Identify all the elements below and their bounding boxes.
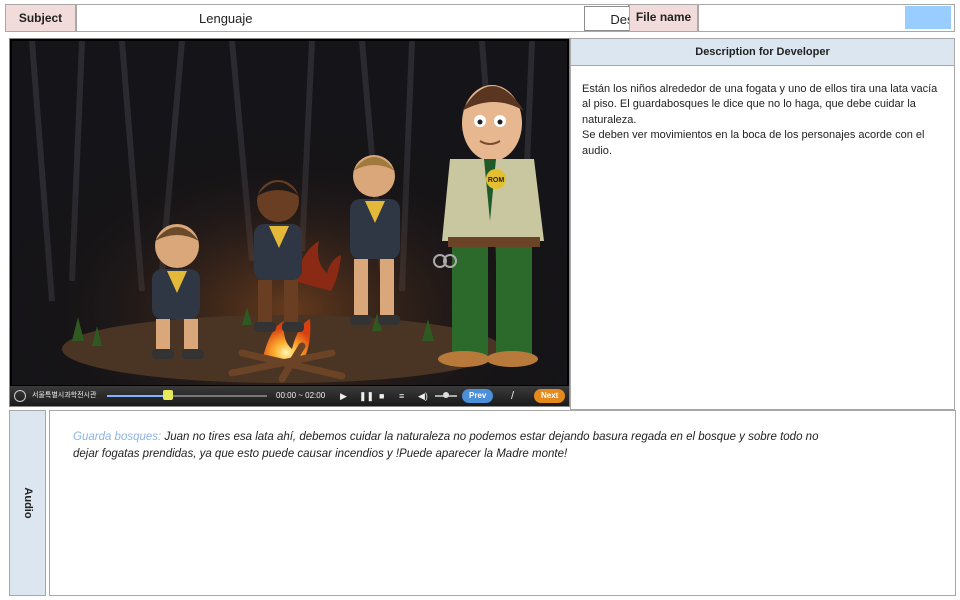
description-title: Description for Developer: [571, 39, 954, 66]
next-button[interactable]: Next: [534, 389, 566, 403]
description-body: Están los niños alrededor de una fogata …: [571, 66, 954, 159]
audio-label-cell: Audio: [9, 410, 46, 596]
description-paragraph: Están los niños alrededor de una fogata …: [582, 83, 938, 126]
player-controls: 서울특별시과학전시관 00:00 ~ 02:00 ▶ ❚❚ ■ ≡ ◀) Pre…: [10, 386, 569, 406]
volume-handle[interactable]: [443, 392, 449, 398]
campfire-scene-image: ROM: [12, 41, 567, 385]
speaker-name: Guarda bosques:: [73, 431, 162, 443]
seek-bar[interactable]: [107, 390, 267, 400]
subject-value: Lenguaje: [199, 11, 253, 26]
badge-text: ROM: [488, 177, 505, 184]
org-logo-icon: [14, 390, 26, 402]
volume-slider[interactable]: [435, 392, 457, 398]
description-panel: Description for Developer Están los niño…: [570, 38, 955, 410]
stop-icon[interactable]: ■: [379, 386, 384, 406]
audio-line: Juan no tires esa lata ahí, debemos cuid…: [73, 431, 819, 460]
volume-icon[interactable]: ◀): [418, 386, 428, 406]
seek-handle[interactable]: [162, 390, 173, 400]
header-bar: Subject Lenguaje Desarrollo File name: [5, 4, 955, 34]
page-separator: /: [511, 390, 515, 402]
time-display: 00:00 ~ 02:00: [276, 391, 326, 400]
play-icon[interactable]: ▶: [340, 386, 347, 406]
pause-icon[interactable]: ❚❚: [359, 386, 374, 406]
file-color-swatch: [905, 6, 951, 29]
seek-progress: [107, 395, 168, 397]
audio-script: Guarda bosques: Juan no tires esa lata a…: [49, 410, 956, 596]
prev-button[interactable]: Prev: [462, 389, 494, 403]
video-player[interactable]: ROM 서울특별시과학전시관 00:00 ~ 02:00 ▶ ❚❚ ■ ≡ ◀)…: [9, 38, 570, 407]
subject-value-cell: Lenguaje Desarrollo: [76, 4, 696, 32]
org-name: 서울특별시과학전시관: [32, 392, 97, 399]
menu-icon[interactable]: ≡: [399, 386, 404, 406]
description-paragraph: Se deben ver movimientos en la boca de l…: [582, 129, 925, 157]
subject-label: Subject: [5, 4, 76, 32]
audio-label: Audio: [21, 487, 34, 519]
file-name-label: File name: [629, 4, 698, 32]
